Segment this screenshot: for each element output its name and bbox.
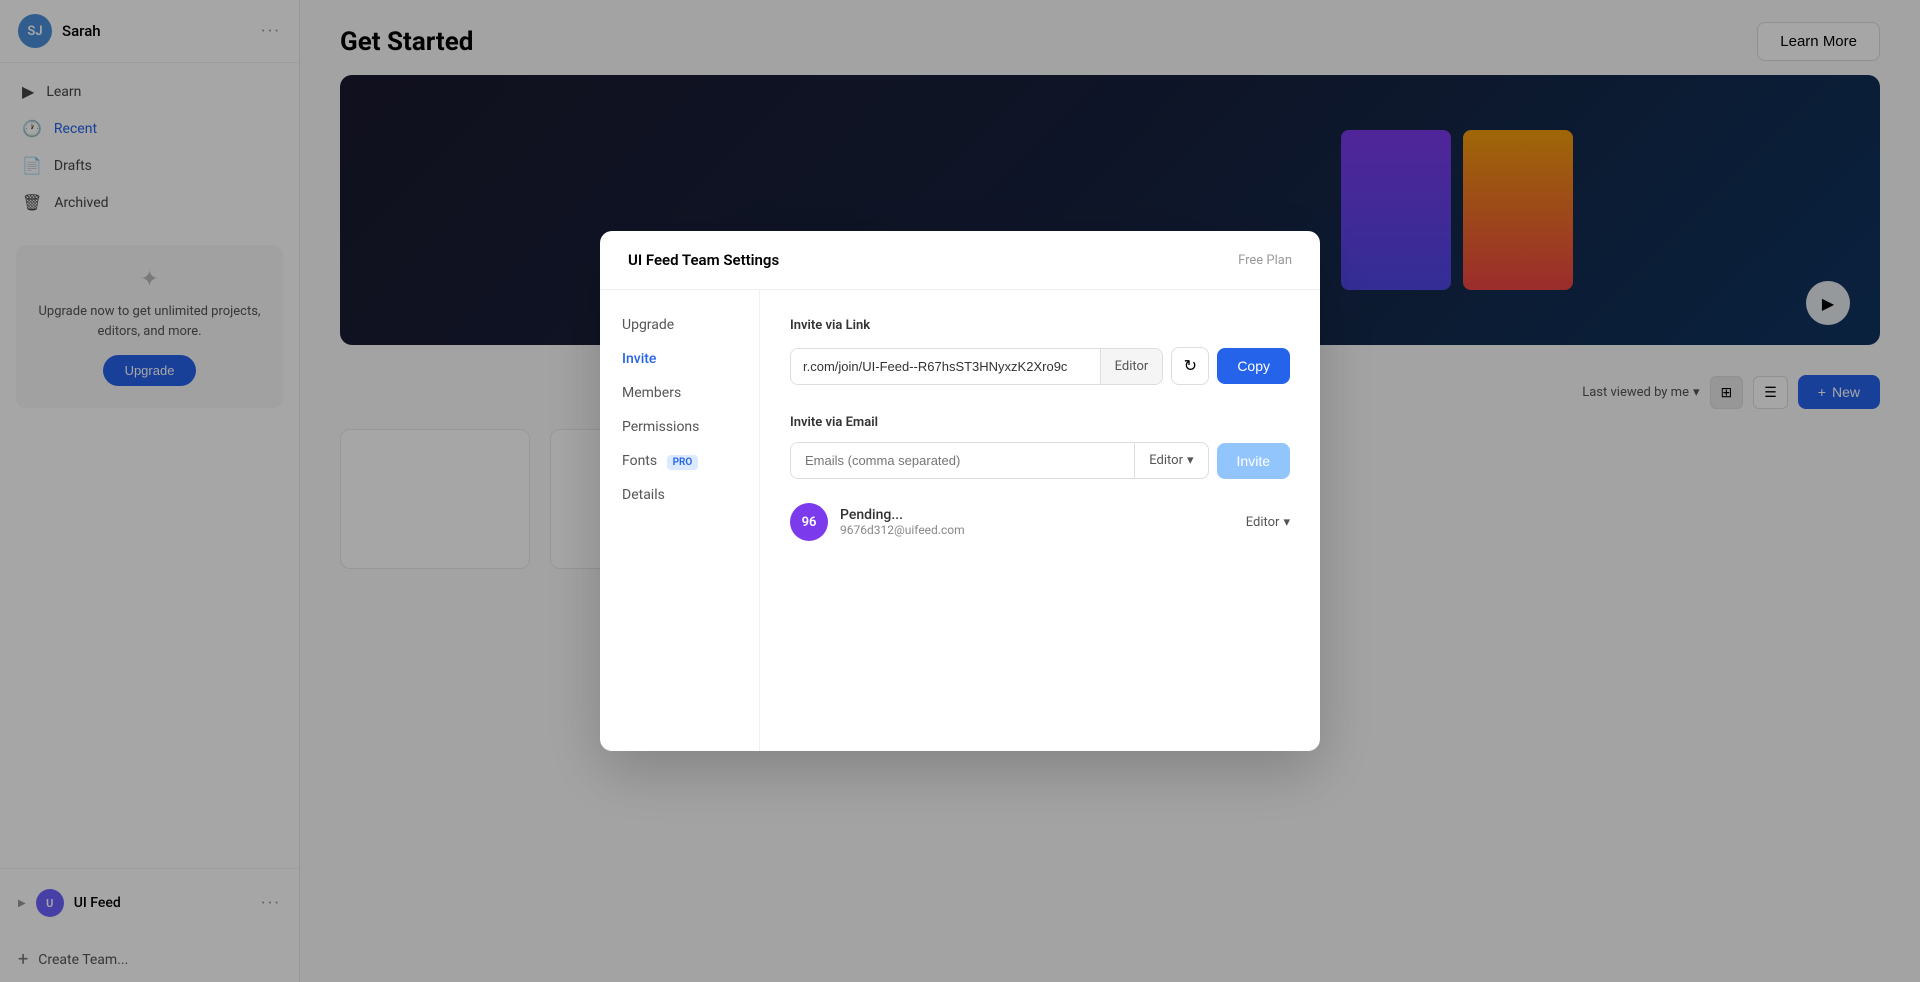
invite-email-section-label: Invite via Email [790,415,1290,430]
invite-email-input[interactable] [791,443,1134,478]
modal-nav-invite[interactable]: Invite [600,342,759,376]
modal-nav-fonts[interactable]: Fonts PRO [600,444,759,478]
invite-email-button[interactable]: Invite [1217,443,1290,479]
modal-header: UI Feed Team Settings Free Plan [600,231,1320,290]
modal: UI Feed Team Settings Free Plan Upgrade … [600,231,1320,751]
copy-link-button[interactable]: Copy [1217,348,1290,384]
invite-link-role-badge: Editor [1100,349,1163,384]
pending-info: Pending... 9676d312@uifeed.com [840,507,1234,537]
modal-nav-details[interactable]: Details [600,478,759,512]
pending-avatar: 96 [790,503,828,541]
modal-nav-upgrade[interactable]: Upgrade [600,308,759,342]
pending-email: 9676d312@uifeed.com [840,523,1234,537]
pro-badge: PRO [667,455,699,470]
pending-invite-row: 96 Pending... 9676d312@uifeed.com Editor… [790,503,1290,541]
pending-role-label: Editor [1246,515,1280,530]
invite-link-input-wrap: Editor [790,348,1163,385]
modal-main-content: Invite via Link Editor ↻ Copy Invite via… [760,290,1320,751]
invite-link-section-label: Invite via Link [790,318,1290,333]
modal-sidebar-nav: Upgrade Invite Members Permissions Fonts… [600,290,760,751]
modal-nav-permissions[interactable]: Permissions [600,410,759,444]
pending-role-dropdown[interactable]: Editor ▾ [1246,515,1290,530]
pending-role-chevron-icon: ▾ [1283,515,1290,530]
modal-overlay[interactable]: UI Feed Team Settings Free Plan Upgrade … [0,0,1920,982]
modal-plan-label: Free Plan [1238,253,1292,268]
pending-status: Pending... [840,507,1234,523]
email-role-chevron-icon: ▾ [1187,453,1194,468]
modal-nav-members[interactable]: Members [600,376,759,410]
modal-body: Upgrade Invite Members Permissions Fonts… [600,290,1320,751]
invite-email-row: Editor ▾ Invite [790,442,1290,479]
invite-email-input-wrap: Editor ▾ [790,442,1209,479]
invite-email-role-badge[interactable]: Editor ▾ [1134,443,1207,478]
invite-link-input[interactable] [791,349,1100,384]
refresh-icon: ↻ [1184,356,1197,376]
invite-link-row: Editor ↻ Copy [790,347,1290,385]
refresh-link-button[interactable]: ↻ [1171,347,1209,385]
modal-title: UI Feed Team Settings [628,251,779,269]
